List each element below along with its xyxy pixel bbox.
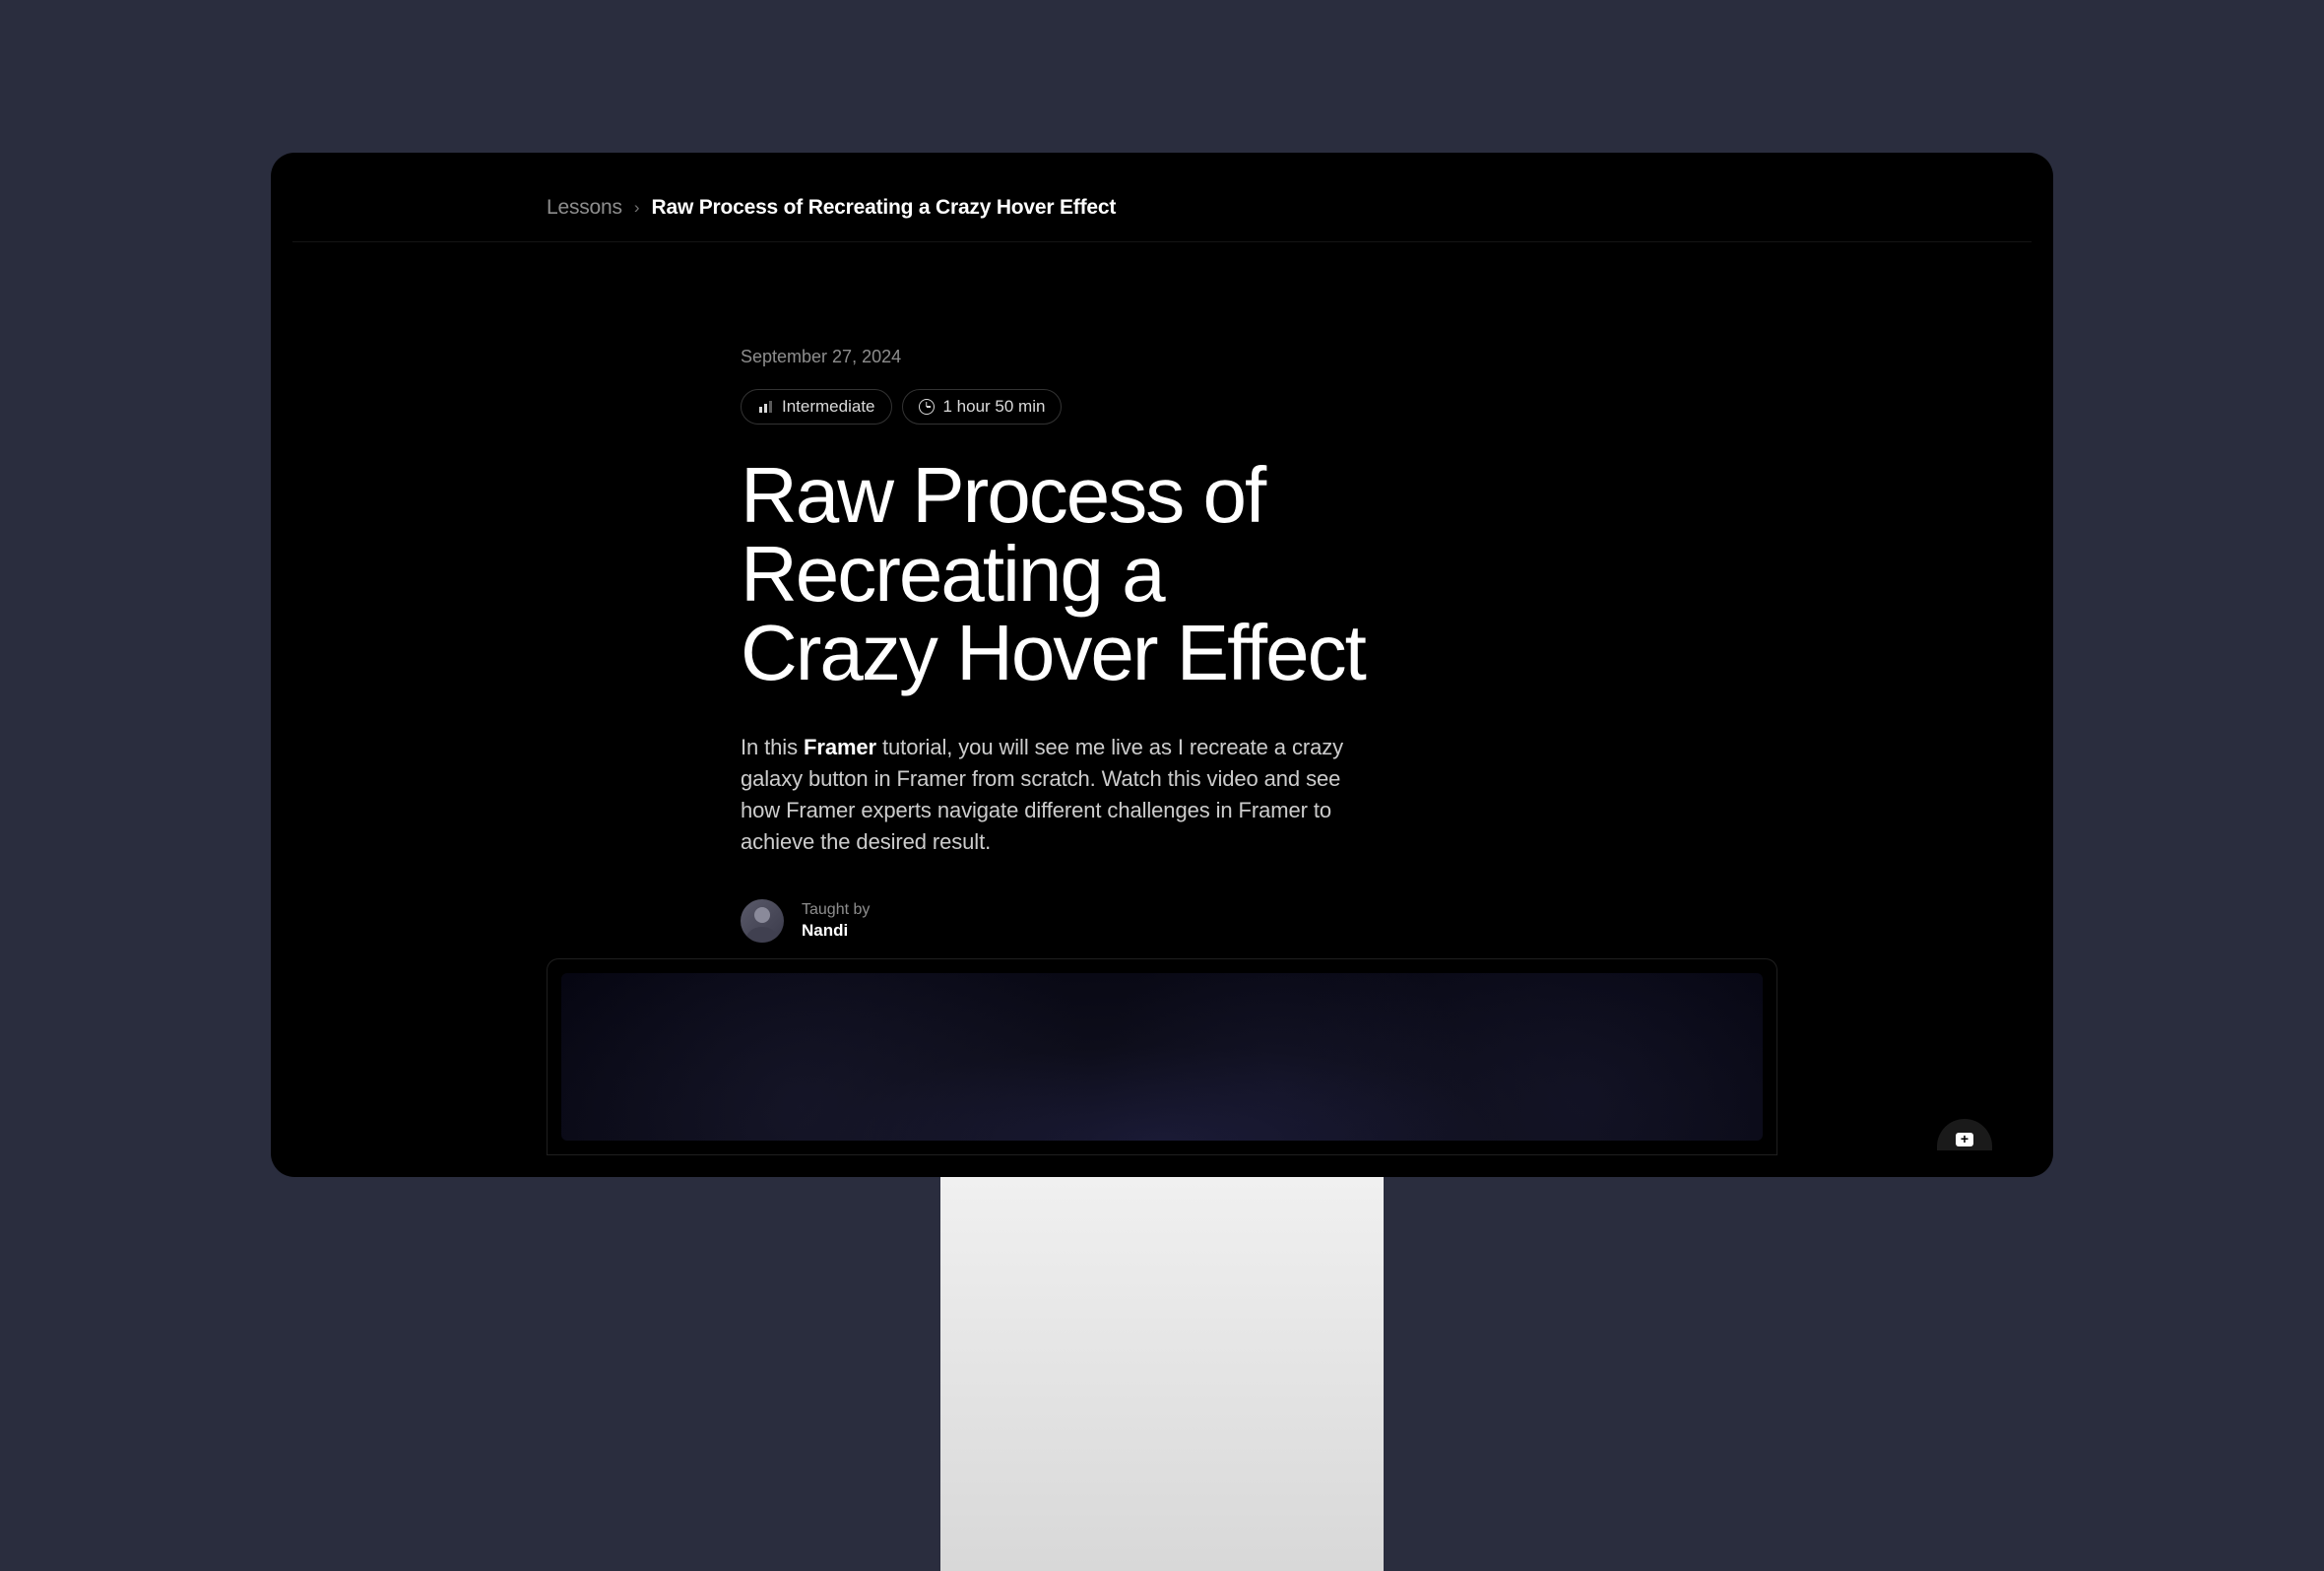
meta-pills: Intermediate 1 hour 50 min bbox=[741, 389, 1376, 425]
add-icon bbox=[1956, 1133, 1973, 1146]
level-label: Intermediate bbox=[782, 397, 875, 417]
screen: Lessons › Raw Process of Recreating a Cr… bbox=[292, 174, 2032, 1155]
lesson-description: In this Framer tutorial, you will see me… bbox=[741, 732, 1376, 858]
floating-action-button[interactable] bbox=[1937, 1119, 1992, 1150]
duration-label: 1 hour 50 min bbox=[943, 397, 1046, 417]
description-prefix: In this bbox=[741, 735, 804, 759]
video-preview[interactable] bbox=[561, 973, 1763, 1141]
monitor-frame: Lessons › Raw Process of Recreating a Cr… bbox=[271, 153, 2053, 1177]
lesson-content: September 27, 2024 Intermediate bbox=[292, 242, 1376, 943]
breadcrumb-link-lessons[interactable]: Lessons bbox=[547, 196, 622, 220]
clock-icon bbox=[919, 399, 935, 415]
avatar[interactable] bbox=[741, 899, 784, 943]
breadcrumb: Lessons › Raw Process of Recreating a Cr… bbox=[292, 174, 2032, 242]
framer-link[interactable]: Framer bbox=[804, 735, 876, 759]
instructor-block: Taught by Nandi bbox=[741, 899, 1376, 943]
level-pill: Intermediate bbox=[741, 389, 892, 425]
instructor-info: Taught by Nandi bbox=[802, 901, 870, 941]
chevron-right-icon: › bbox=[634, 198, 640, 218]
page-title: Raw Process of Recreating a Crazy Hover … bbox=[741, 456, 1376, 692]
taught-by-label: Taught by bbox=[802, 901, 870, 919]
monitor-stand bbox=[940, 1177, 1384, 1571]
publish-date: September 27, 2024 bbox=[741, 347, 1376, 367]
instructor-name[interactable]: Nandi bbox=[802, 921, 870, 941]
level-icon bbox=[757, 399, 773, 415]
breadcrumb-current: Raw Process of Recreating a Crazy Hover … bbox=[652, 196, 1117, 220]
duration-pill: 1 hour 50 min bbox=[902, 389, 1063, 425]
video-container bbox=[547, 958, 1777, 1155]
